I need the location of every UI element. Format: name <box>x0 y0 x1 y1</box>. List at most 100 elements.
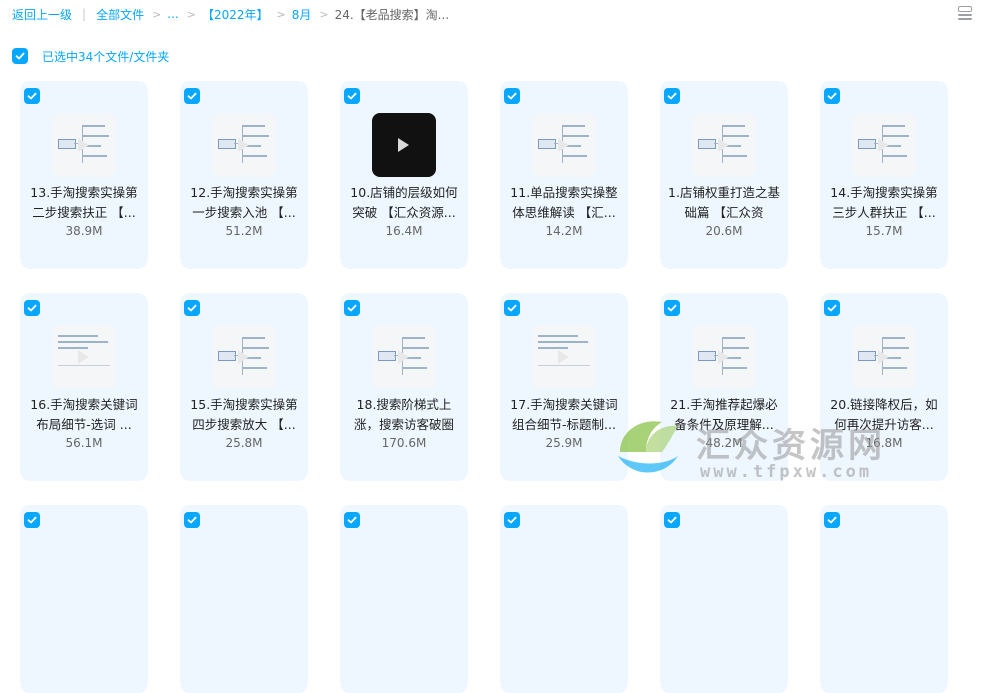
file-checkbox[interactable] <box>664 88 680 104</box>
file-checkbox[interactable] <box>344 88 360 104</box>
play-icon <box>878 138 889 152</box>
check-icon <box>27 516 37 524</box>
file-card[interactable] <box>180 505 308 693</box>
play-icon <box>558 138 569 152</box>
check-icon <box>187 516 197 524</box>
check-icon <box>187 304 197 312</box>
file-card[interactable] <box>340 505 468 693</box>
file-card[interactable]: 21.手淘推荐起爆必备条件及原理解... 48.2M <box>660 293 788 481</box>
breadcrumb-all-files[interactable]: 全部文件 <box>96 6 144 23</box>
file-size: 16.4M <box>385 224 423 238</box>
file-checkbox[interactable] <box>24 88 40 104</box>
mindmap-thumbnail <box>852 325 916 389</box>
file-card[interactable]: 18.搜索阶梯式上涨，搜索访客破圈 170.6M <box>340 293 468 481</box>
breadcrumb-month[interactable]: 8月 <box>292 6 312 23</box>
breadcrumb-year[interactable]: 【2022年】 <box>202 6 269 23</box>
file-name: 21.手淘推荐起爆必备条件及原理解... <box>670 397 778 432</box>
file-size: 15.7M <box>865 224 903 238</box>
file-checkbox[interactable] <box>664 300 680 316</box>
file-card[interactable]: 10.店铺的层级如何突破 【汇众资源... 16.4M <box>340 81 468 269</box>
file-checkbox[interactable] <box>184 512 200 528</box>
check-icon <box>27 304 37 312</box>
file-name: 17.手淘搜索关键词组合细节-标题制... <box>510 397 618 432</box>
file-size: 25.9M <box>545 436 583 450</box>
breadcrumb-divider: | <box>82 7 87 21</box>
play-icon <box>238 350 249 364</box>
check-icon <box>347 92 357 100</box>
file-card[interactable]: 12.手淘搜索实操第一步搜索入池 【... 51.2M <box>180 81 308 269</box>
file-checkbox[interactable] <box>24 512 40 528</box>
file-checkbox[interactable] <box>824 300 840 316</box>
chevron-right-icon: > <box>319 7 329 21</box>
back-link[interactable]: 返回上一级 <box>12 6 72 23</box>
mindmap-thumbnail <box>532 113 596 177</box>
select-all-checkbox[interactable] <box>12 48 28 64</box>
play-icon <box>878 350 889 364</box>
mindmap-thumbnail <box>852 113 916 177</box>
file-card[interactable]: 13.手淘搜索实操第二步搜索扶正 【... 38.9M <box>20 81 148 269</box>
mindmap-thumbnail <box>212 113 276 177</box>
file-name: 20.链接降权后，如何再次提升访客... <box>830 397 938 432</box>
file-card[interactable]: 11.单品搜索实操整体思维解读 【汇... 14.2M <box>500 81 628 269</box>
file-name: 15.手淘搜索实操第四步搜索放大 【... <box>190 397 298 432</box>
selection-count-label: 已选中34个文件/文件夹 <box>42 49 170 64</box>
file-size: 170.6M <box>381 436 427 450</box>
breadcrumb-ellipsis[interactable]: ... <box>167 7 178 21</box>
file-card[interactable] <box>500 505 628 693</box>
file-card[interactable]: 14.手淘搜索实操第三步人群扶正 【... 15.7M <box>820 81 948 269</box>
file-card[interactable]: 16.手淘搜索关键词布局细节-选词 ... 56.1M <box>20 293 148 481</box>
check-icon <box>507 516 517 524</box>
file-size: 25.8M <box>225 436 263 450</box>
file-checkbox[interactable] <box>184 88 200 104</box>
document-thumbnail <box>532 325 596 389</box>
chevron-right-icon: > <box>186 7 196 21</box>
file-card[interactable]: 1.店铺权重打造之基础篇 【汇众资 20.6M <box>660 81 788 269</box>
breadcrumb: 返回上一级 | 全部文件 > ... > 【2022年】 > 8月 > 24.【… <box>12 5 942 23</box>
check-icon <box>347 516 357 524</box>
file-checkbox[interactable] <box>504 512 520 528</box>
play-icon <box>718 138 729 152</box>
file-checkbox[interactable] <box>24 300 40 316</box>
play-icon <box>718 350 729 364</box>
file-card[interactable] <box>820 505 948 693</box>
file-checkbox[interactable] <box>504 300 520 316</box>
file-name: 11.单品搜索实操整体思维解读 【汇... <box>510 185 618 220</box>
file-name: 14.手淘搜索实操第三步人群扶正 【... <box>830 185 938 220</box>
file-card[interactable] <box>20 505 148 693</box>
file-card[interactable]: 17.手淘搜索关键词组合细节-标题制... 25.9M <box>500 293 628 481</box>
mindmap-thumbnail <box>692 325 756 389</box>
play-icon <box>398 350 409 364</box>
check-icon <box>827 92 837 100</box>
file-card[interactable]: 15.手淘搜索实操第四步搜索放大 【... 25.8M <box>180 293 308 481</box>
file-checkbox[interactable] <box>504 88 520 104</box>
file-name: 13.手淘搜索实操第二步搜索扶正 【... <box>30 185 138 220</box>
file-checkbox[interactable] <box>824 512 840 528</box>
play-icon <box>238 138 249 152</box>
file-card[interactable]: 20.链接降权后，如何再次提升访客... 16.8M <box>820 293 948 481</box>
file-checkbox[interactable] <box>344 512 360 528</box>
mindmap-thumbnail <box>212 325 276 389</box>
file-size: 14.2M <box>545 224 583 238</box>
check-icon <box>187 92 197 100</box>
play-icon <box>398 138 409 152</box>
check-icon <box>15 52 25 60</box>
select-all-bar: 已选中34个文件/文件夹 <box>12 47 169 65</box>
check-icon <box>507 92 517 100</box>
check-icon <box>27 92 37 100</box>
file-name: 18.搜索阶梯式上涨，搜索访客破圈 <box>353 397 454 432</box>
list-view-icon[interactable] <box>958 6 972 20</box>
file-name: 12.手淘搜索实操第一步搜索入池 【... <box>190 185 298 220</box>
file-checkbox[interactable] <box>664 512 680 528</box>
file-size: 16.8M <box>865 436 903 450</box>
file-size: 56.1M <box>65 436 103 450</box>
file-checkbox[interactable] <box>184 300 200 316</box>
chevron-right-icon: > <box>152 7 162 21</box>
play-icon <box>78 350 89 364</box>
file-checkbox[interactable] <box>824 88 840 104</box>
check-icon <box>827 516 837 524</box>
file-card[interactable] <box>660 505 788 693</box>
check-icon <box>507 304 517 312</box>
video-thumbnail <box>372 113 436 177</box>
file-checkbox[interactable] <box>344 300 360 316</box>
check-icon <box>667 92 677 100</box>
